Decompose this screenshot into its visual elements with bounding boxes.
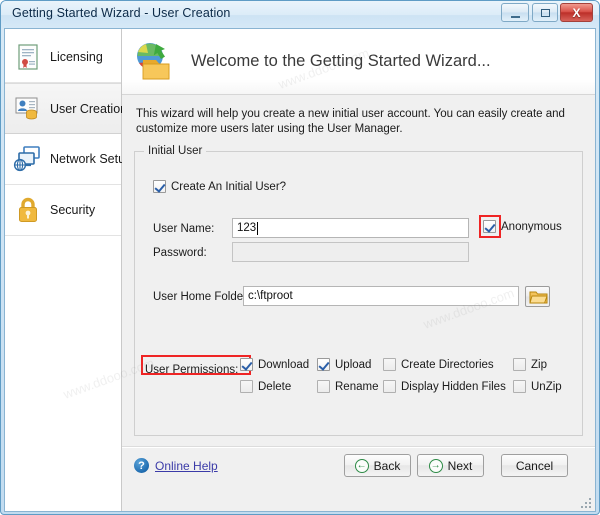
- globe-folder-icon: [130, 38, 178, 86]
- sidebar-item-licensing[interactable]: Licensing: [5, 32, 121, 83]
- groupbox-legend: Initial User: [144, 145, 207, 157]
- wizard-window: Getting Started Wizard - User Creation X: [0, 0, 600, 515]
- checkbox-label: Anonymous: [501, 220, 562, 233]
- sidebar-item-label: User Creation: [50, 101, 128, 116]
- checkbox-label: Create An Initial User?: [171, 180, 287, 193]
- create-initial-user-checkbox[interactable]: Create An Initial User?: [153, 180, 286, 193]
- anonymous-checkbox[interactable]: Anonymous: [483, 220, 562, 233]
- user-name-label: User Name:: [153, 223, 215, 235]
- permission-unzip-checkbox[interactable]: UnZip: [513, 380, 562, 393]
- arrow-right-icon: →: [428, 458, 443, 473]
- checkbox-box: [240, 358, 253, 371]
- wizard-footer: ? Online Help ← Back → Next Cancel: [122, 436, 595, 511]
- title-bar[interactable]: Getting Started Wizard - User Creation X: [1, 1, 599, 28]
- sidebar-item-label: Licensing: [50, 50, 103, 64]
- sidebar-filler: [5, 236, 121, 246]
- permission-rename-checkbox[interactable]: Rename: [317, 380, 378, 393]
- permission-display-hidden-files-checkbox[interactable]: Display Hidden Files: [383, 380, 506, 393]
- password-label: Password:: [153, 247, 207, 259]
- user-name-value: 123: [237, 222, 257, 234]
- checkbox-label: UnZip: [531, 380, 562, 393]
- checkbox-label: Download: [258, 358, 310, 371]
- home-folder-label: User Home Folder:: [153, 291, 251, 303]
- close-button[interactable]: X: [560, 3, 593, 22]
- minimize-button[interactable]: [501, 3, 529, 22]
- sidebar-item-network-setup[interactable]: Network Setup: [5, 134, 132, 185]
- permission-create-directories-checkbox[interactable]: Create Directories: [383, 358, 494, 371]
- maximize-icon: [533, 4, 557, 21]
- arrow-left-icon: ←: [354, 458, 369, 473]
- permission-delete-checkbox[interactable]: Delete: [240, 380, 291, 393]
- padlock-icon: [13, 195, 43, 225]
- sidebar: Licensing User Creation Network Setup Se…: [5, 29, 132, 511]
- banner-title: Welcome to the Getting Started Wizard...: [191, 52, 491, 70]
- initial-user-groupbox: Initial User Create An Initial User? Use…: [134, 145, 583, 436]
- folder-open-icon: [529, 291, 548, 304]
- main-pane: Welcome to the Getting Started Wizard...…: [122, 29, 595, 511]
- window-title: Getting Started Wizard - User Creation: [12, 6, 231, 20]
- network-icon: [13, 144, 43, 174]
- permission-upload-checkbox[interactable]: Upload: [317, 358, 371, 371]
- sidebar-item-label: Network Setup: [50, 152, 132, 166]
- user-permissions-label: User Permissions:: [145, 364, 239, 376]
- user-name-input[interactable]: 123: [232, 218, 469, 238]
- home-folder-value: c:\ftproot: [248, 290, 293, 302]
- checkbox-box: [383, 380, 396, 393]
- online-help-label: Online Help: [155, 458, 218, 473]
- back-button-label: Back: [373, 458, 401, 473]
- checkbox-label: Upload: [335, 358, 372, 371]
- online-help-link[interactable]: ? Online Help: [134, 458, 218, 473]
- permission-zip-checkbox[interactable]: Zip: [513, 358, 547, 371]
- checkbox-box: [240, 380, 253, 393]
- minimize-icon: [502, 4, 528, 21]
- checkbox-label: Delete: [258, 380, 292, 393]
- cancel-button-label: Cancel: [515, 458, 554, 473]
- user-card-icon: [13, 94, 43, 124]
- browse-folder-button[interactable]: [525, 286, 550, 307]
- checkbox-label: Create Directories: [401, 358, 494, 371]
- home-folder-input[interactable]: c:\ftproot: [243, 286, 519, 306]
- help-icon: ?: [134, 458, 149, 473]
- checkbox-label: Zip: [531, 358, 547, 371]
- checkbox-box: [153, 180, 166, 193]
- checkbox-box: [317, 358, 330, 371]
- resize-grip[interactable]: [581, 498, 593, 510]
- checkbox-box: [483, 220, 496, 233]
- next-button-label: Next: [447, 458, 473, 473]
- footer-separator: [122, 446, 595, 448]
- sidebar-item-security[interactable]: Security: [5, 185, 121, 236]
- intro-text: This wizard will help you create a new i…: [122, 95, 595, 137]
- sidebar-item-label: Security: [50, 203, 96, 217]
- sidebar-item-user-creation[interactable]: User Creation: [5, 83, 127, 134]
- maximize-button[interactable]: [532, 3, 558, 22]
- cancel-button[interactable]: Cancel: [501, 454, 568, 477]
- checkbox-box: [317, 380, 330, 393]
- next-button[interactable]: → Next: [417, 454, 484, 477]
- checkbox-box: [513, 358, 526, 371]
- user-permissions-label-wrap: User Permissions:: [145, 360, 238, 378]
- client-area: Licensing User Creation Network Setup Se…: [4, 28, 596, 512]
- close-icon: X: [572, 5, 581, 20]
- checkbox-label: Rename: [335, 380, 379, 393]
- permission-download-checkbox[interactable]: Download: [240, 358, 309, 371]
- password-input[interactable]: [232, 242, 469, 262]
- checkbox-label: Display Hidden Files: [401, 380, 506, 393]
- checkbox-box: [513, 380, 526, 393]
- text-caret: [257, 221, 259, 235]
- back-button[interactable]: ← Back: [344, 454, 411, 477]
- wizard-banner: Welcome to the Getting Started Wizard...: [122, 29, 595, 95]
- certificate-icon: [13, 42, 43, 72]
- checkbox-box: [383, 358, 396, 371]
